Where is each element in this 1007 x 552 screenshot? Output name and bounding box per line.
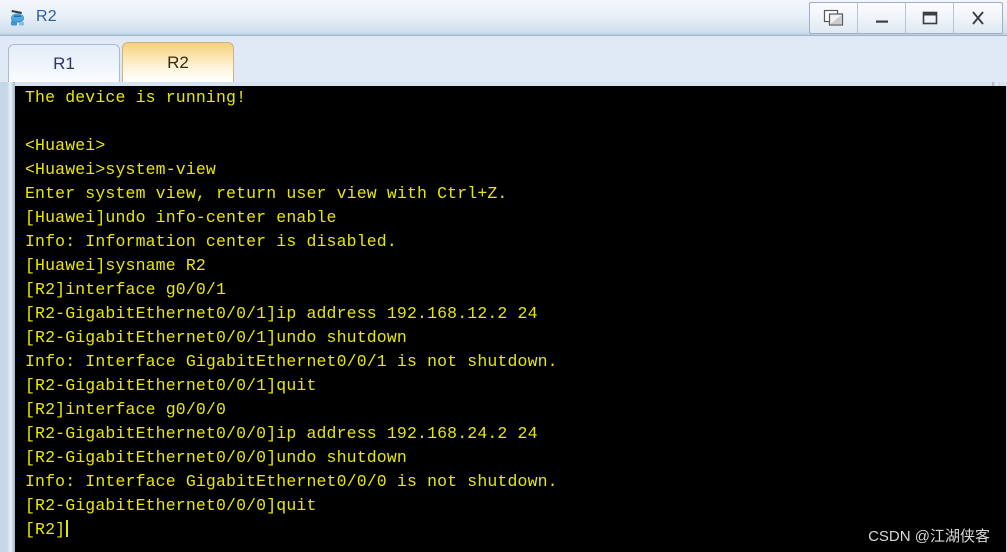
tab-r2-label: R2 [167,52,189,72]
console-line: [R2-GigabitEthernet0/0/0]ip address 192.… [25,424,538,443]
console-line: [R2-GigabitEthernet0/0/0]quit [25,496,317,515]
tab-r2[interactable]: R2 [122,42,234,82]
minimize-icon [872,10,892,26]
text-cursor [66,520,69,537]
tab-strip: R1 R2 [0,36,1007,82]
console-line: [R2-GigabitEthernet0/0/0]undo shutdown [25,448,407,467]
console-line: The device is running! [25,88,247,107]
maximize-icon [920,10,940,26]
console-line: [R2]interface g0/0/0 [25,400,227,419]
console-line: [Huawei]undo info-center enable [25,208,337,227]
console-prompt-line: [R2] [15,518,1006,542]
console-line: Enter system view, return user view with… [25,184,508,203]
terminal-output[interactable]: The device is running! <Huawei> <Huawei>… [15,86,1006,552]
console-line: [R2-GigabitEthernet0/0/1]undo shutdown [25,328,407,347]
console-line: Info: Interface GigabitEthernet0/0/1 is … [25,352,558,371]
console-line: Info: Interface GigabitEthernet0/0/0 is … [25,472,558,491]
terminal-frame: The device is running! <Huawei> <Huawei>… [0,82,1007,552]
terminal-frame-left-edge [7,82,15,552]
console-line: <Huawei> [25,136,106,155]
cascade-windows-icon [823,9,845,27]
window-controls [809,2,1003,34]
minimize-button[interactable] [858,3,906,33]
console-line: [R2-GigabitEthernet0/0/1]quit [25,376,317,395]
router-device-icon [8,6,30,28]
maximize-button[interactable] [906,3,954,33]
close-button[interactable] [954,3,1002,33]
title-bar: R2 [0,0,1007,36]
tab-r1[interactable]: R1 [8,44,120,82]
close-icon [968,9,988,27]
console-line: [R2-GigabitEthernet0/0/1]ip address 192.… [25,304,538,323]
router-cli-window: R2 R1 R2 The device is running! <Huawei>… [0,0,1007,552]
tab-list: R1 R2 [8,40,236,82]
tab-r1-label: R1 [53,53,75,73]
restore-windows-button[interactable] [810,3,858,33]
console-line: [R2]interface g0/0/1 [25,280,227,299]
title-bar-left: R2 [8,2,57,32]
console-prompt-text: [R2] [25,520,66,539]
console-line: Info: Information center is disabled. [25,232,397,251]
console-line: <Huawei>system-view [25,160,216,179]
console-line: [Huawei]sysname R2 [25,256,206,275]
window-title: R2 [36,8,57,25]
